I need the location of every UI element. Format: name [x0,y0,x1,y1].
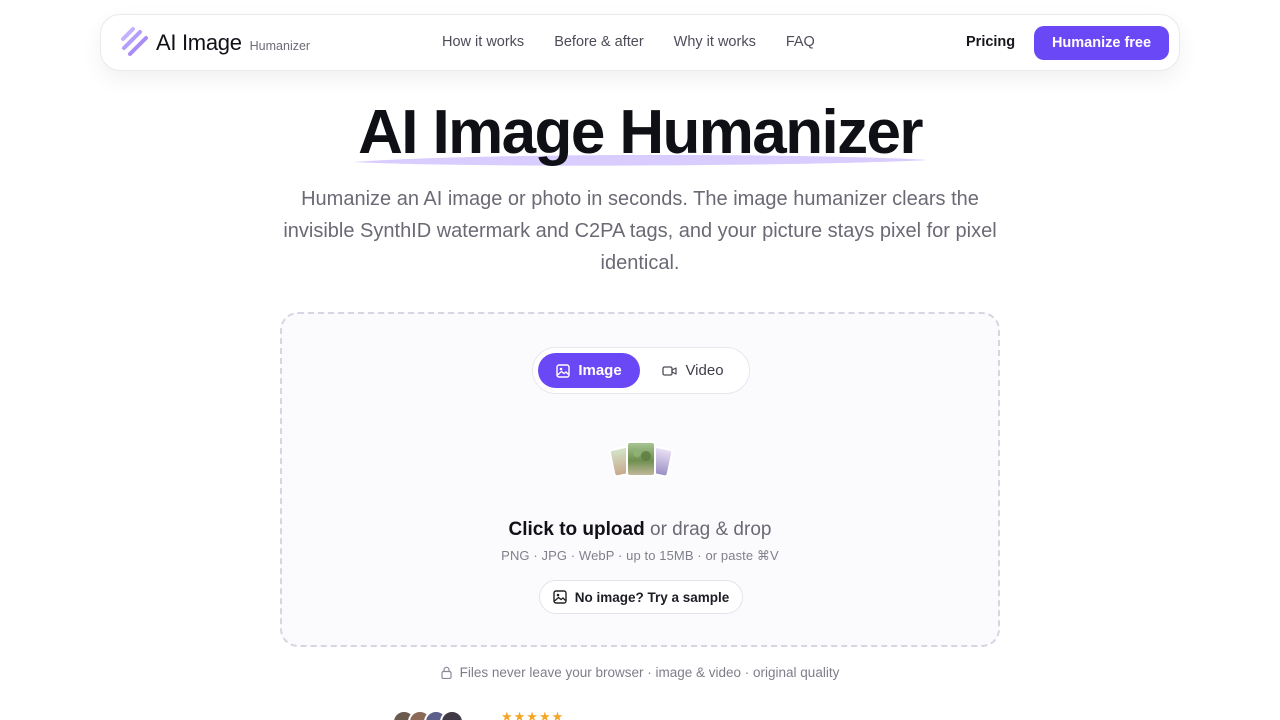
humanize-free-button[interactable]: Humanize free [1034,26,1169,60]
image-icon [553,590,567,604]
try-sample-button[interactable]: No image? Try a sample [539,580,743,614]
nav-link-how-it-works[interactable]: How it works [442,34,524,50]
brand-wave-icon [121,27,148,56]
photo-stack-icon [608,441,674,478]
click-to-upload-link[interactable]: Click to upload [509,519,645,540]
tab-video[interactable]: Video [645,353,741,388]
nav-link-why-it-works[interactable]: Why it works [674,34,756,50]
brand-subtitle: Humanizer [249,39,311,53]
media-type-toggle: Image Video [532,347,750,394]
brand-logo-link[interactable]: AI Image Humanizer [119,27,311,58]
try-sample-label: No image? Try a sample [574,589,730,605]
video-icon [662,365,678,376]
user-avatars [392,710,464,720]
tab-image-label: Image [578,362,622,379]
privacy-note-text: Files never leave your browser · image &… [459,665,840,680]
lock-icon [441,666,452,679]
nav-link-before-after[interactable]: Before & after [554,34,643,50]
nav-link-faq[interactable]: FAQ [786,34,815,50]
upload-dropzone[interactable]: Image Video Click to upload or drag & dr… [280,312,1000,647]
hero-description: Humanize an AI image or photo in seconds… [283,188,997,274]
page-title: AI Image Humanizer [358,98,923,167]
supported-formats: PNG · JPG · WebP · up to 15MB · or paste… [501,548,779,563]
brand-name: AI Image [156,30,242,55]
image-icon [556,363,571,378]
star-rating: ★★★★★ [501,709,565,720]
top-navbar: AI Image Humanizer How it works Before &… [100,14,1180,71]
pricing-link[interactable]: Pricing [966,34,1015,50]
drag-drop-text: or drag & drop [650,519,772,540]
tab-video-label: Video [685,362,724,379]
avatar [440,710,464,720]
upload-instructions: Click to upload or drag & drop [282,519,998,541]
privacy-note: Files never leave your browser · image &… [0,665,1280,680]
tab-image[interactable]: Image [538,353,640,388]
nav-links: How it works Before & after Why it works… [442,34,845,50]
